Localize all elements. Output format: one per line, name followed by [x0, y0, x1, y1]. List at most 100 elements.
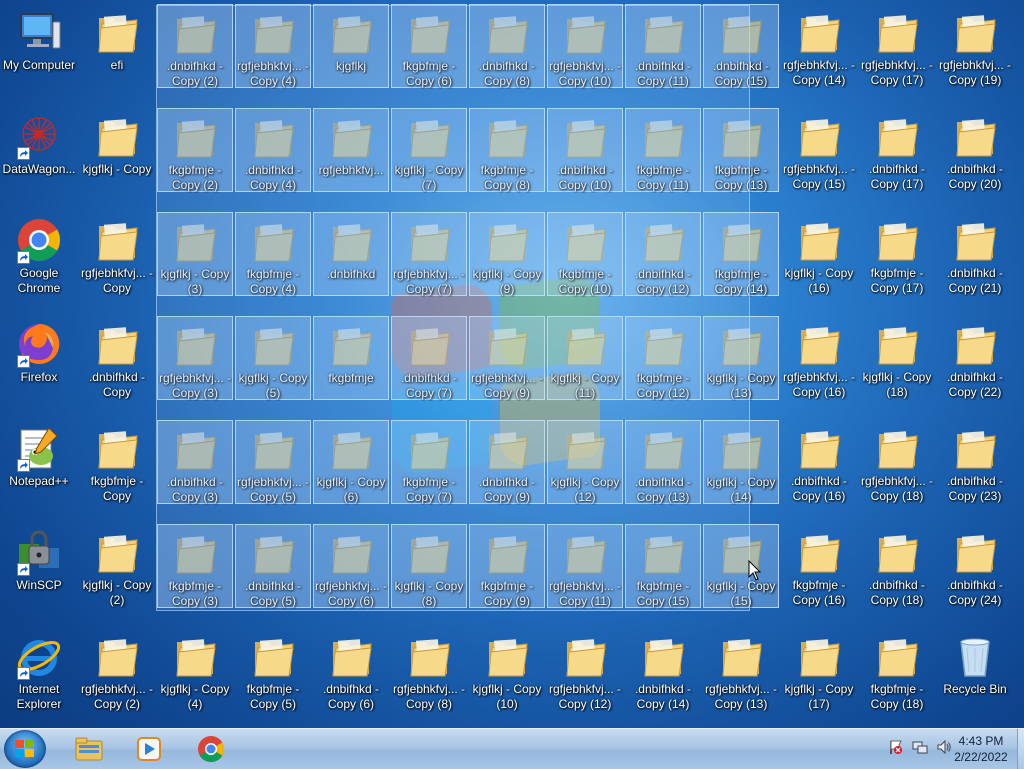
desktop-icon-folder[interactable]: kjgflkj - Copy (7) [391, 108, 467, 192]
desktop-icon-folder[interactable]: kjgflkj - Copy (8) [391, 524, 467, 608]
desktop-icon-folder[interactable]: kjgflkj - Copy (12) [547, 420, 623, 504]
desktop-icon-recycle[interactable]: Recycle Bin [937, 628, 1013, 724]
desktop[interactable]: My Computer efi .dnbifhkd - Copy (2) rgfjeb… [0, 0, 1024, 728]
desktop-icon-folder[interactable]: fkgbfmje - Copy (5) [235, 628, 311, 724]
desktop-icon-folder[interactable]: fkgbfmje - Copy (2) [157, 108, 233, 192]
desktop-icon-folder[interactable]: fkgbfmje - Copy (11) [625, 108, 701, 192]
desktop-icon-folder[interactable]: rgfjebhkfvj... - Copy (17) [859, 4, 935, 100]
desktop-icon-folder[interactable]: kjgflkj - Copy (9) [469, 212, 545, 296]
desktop-icon-folder[interactable]: rgfjebhkfvj... - Copy (14) [781, 4, 857, 100]
desktop-icon-folder[interactable]: fkgbfmje - Copy (4) [235, 212, 311, 296]
desktop-icon-folder[interactable]: fkgbfmje [313, 316, 389, 400]
desktop-icon-folder[interactable]: kjgflkj - Copy (2) [79, 524, 155, 620]
action-center-flag-icon[interactable] [888, 739, 904, 755]
desktop-icon-folder[interactable]: fkgbfmje - Copy (3) [157, 524, 233, 608]
desktop-icon-folder[interactable]: kjgflkj - Copy (10) [469, 628, 545, 724]
desktop-icon-computer[interactable]: My Computer [1, 4, 77, 100]
desktop-icon-folder[interactable]: kjgflkj - Copy (16) [781, 212, 857, 308]
desktop-icon-folder[interactable]: fkgbfmje - Copy [79, 420, 155, 516]
desktop-icon-folder[interactable]: kjgflkj - Copy (18) [859, 316, 935, 412]
desktop-icon-folder[interactable]: rgfjebhkfvj... - Copy (5) [235, 420, 311, 504]
desktop-icon-folder[interactable]: rgfjebhkfvj... - Copy (18) [859, 420, 935, 516]
desktop-icon-folder[interactable]: rgfjebhkfvj... - Copy (4) [235, 4, 311, 88]
desktop-icon-folder[interactable]: fkgbfmje - Copy (7) [391, 420, 467, 504]
desktop-icon-folder[interactable]: rgfjebhkfvj... - Copy (2) [79, 628, 155, 724]
desktop-icon-folder[interactable]: .dnbifhkd - Copy (4) [235, 108, 311, 192]
desktop-icon-folder[interactable]: .dnbifhkd [313, 212, 389, 296]
desktop-icon-folder[interactable]: .dnbifhkd - Copy (9) [469, 420, 545, 504]
desktop-icon-folder[interactable]: .dnbifhkd - Copy [79, 316, 155, 412]
desktop-icon-folder[interactable]: .dnbifhkd - Copy (20) [937, 108, 1013, 204]
desktop-icon-folder[interactable]: rgfjebhkfvj... - Copy (7) [391, 212, 467, 296]
desktop-icon-folder[interactable]: kjgflkj - Copy (3) [157, 212, 233, 296]
taskbar-explorer-button[interactable] [62, 731, 118, 767]
desktop-icon-folder[interactable]: kjgflkj [313, 4, 389, 88]
desktop-icon-chrome[interactable]: Google Chrome [1, 212, 77, 308]
desktop-icon-folder[interactable]: .dnbifhkd - Copy (2) [157, 4, 233, 88]
desktop-icon-folder[interactable]: .dnbifhkd - Copy (13) [625, 420, 701, 504]
desktop-icon-folder[interactable]: kjgflkj - Copy (4) [157, 628, 233, 724]
desktop-icon-folder[interactable]: .dnbifhkd - Copy (21) [937, 212, 1013, 308]
desktop-icon-folder[interactable]: rgfjebhkfvj... - Copy (9) [469, 316, 545, 400]
desktop-icon-folder[interactable]: fkgbfmje - Copy (13) [703, 108, 779, 192]
network-icon[interactable] [912, 739, 928, 755]
desktop-icon-folder[interactable]: rgfjebhkfvj... - Copy (19) [937, 4, 1013, 100]
desktop-icon-folder[interactable]: .dnbifhkd - Copy (6) [313, 628, 389, 724]
show-desktop-button[interactable] [1017, 729, 1024, 769]
desktop-icon-folder[interactable]: rgfjebhkfvj... - Copy (8) [391, 628, 467, 724]
desktop-icon-folder[interactable]: rgfjebhkfvj... - Copy (13) [703, 628, 779, 724]
desktop-icon-folder[interactable]: .dnbifhkd - Copy (12) [625, 212, 701, 296]
desktop-icon-folder[interactable]: .dnbifhkd - Copy (8) [469, 4, 545, 88]
desktop-icon-folder[interactable]: rgfjebhkfvj... - Copy (6) [313, 524, 389, 608]
desktop-icon-folder[interactable]: fkgbfmje - Copy (16) [781, 524, 857, 620]
desktop-icon-folder[interactable]: kjgflkj - Copy (13) [703, 316, 779, 400]
desktop-icon-folder[interactable]: .dnbifhkd - Copy (5) [235, 524, 311, 608]
taskbar-chrome-button[interactable] [184, 731, 240, 767]
desktop-icon-folder[interactable]: kjgflkj - Copy (6) [313, 420, 389, 504]
desktop-icon-folder[interactable]: kjgflkj - Copy (11) [547, 316, 623, 400]
desktop-icon-folder[interactable]: fkgbfmje - Copy (12) [625, 316, 701, 400]
desktop-icon-folder[interactable]: fkgbfmje - Copy (9) [469, 524, 545, 608]
desktop-icon-winscp[interactable]: WinSCP [1, 524, 77, 620]
desktop-icon-folder[interactable]: .dnbifhkd - Copy (16) [781, 420, 857, 516]
desktop-icon-folder[interactable]: .dnbifhkd - Copy (7) [391, 316, 467, 400]
desktop-icon-notepad[interactable]: Notepad++ [1, 420, 77, 516]
desktop-icon-folder[interactable]: .dnbifhkd - Copy (24) [937, 524, 1013, 620]
desktop-icon-folder[interactable]: rgfjebhkfvj... - Copy (16) [781, 316, 857, 412]
desktop-icon-folder[interactable]: .dnbifhkd - Copy (3) [157, 420, 233, 504]
desktop-icon-ie[interactable]: Internet Explorer [1, 628, 77, 724]
desktop-icon-folder[interactable]: fkgbfmje - Copy (10) [547, 212, 623, 296]
desktop-icon-folder[interactable]: rgfjebhkfvj... - Copy (15) [781, 108, 857, 204]
desktop-icon-folder[interactable]: fkgbfmje - Copy (18) [859, 628, 935, 724]
desktop-icon-folder[interactable]: .dnbifhkd - Copy (18) [859, 524, 935, 620]
desktop-icon-folder[interactable]: efi [79, 4, 155, 100]
desktop-icon-folder[interactable]: fkgbfmje - Copy (6) [391, 4, 467, 88]
desktop-icon-folder[interactable]: .dnbifhkd - Copy (14) [625, 628, 701, 724]
desktop-icon-datawagon[interactable]: DataWagon... [1, 108, 77, 204]
desktop-icon-folder[interactable]: fkgbfmje - Copy (17) [859, 212, 935, 308]
desktop-icon-folder[interactable]: rgfjebhkfvj... - Copy (3) [157, 316, 233, 400]
desktop-icon-folder[interactable]: fkgbfmje - Copy (8) [469, 108, 545, 192]
desktop-icon-folder[interactable]: rgfjebhkfvj... - Copy (11) [547, 524, 623, 608]
desktop-icon-firefox[interactable]: Firefox [1, 316, 77, 412]
desktop-icon-folder[interactable]: kjgflkj - Copy (5) [235, 316, 311, 400]
desktop-icon-folder[interactable]: .dnbifhkd - Copy (23) [937, 420, 1013, 516]
clock[interactable]: 4:43 PM 2/22/2022 [946, 733, 1016, 765]
desktop-icon-folder[interactable]: kjgflkj - Copy [79, 108, 155, 204]
taskbar-media-player-button[interactable] [122, 731, 178, 767]
start-button[interactable] [4, 730, 46, 768]
desktop-icon-folder[interactable]: .dnbifhkd - Copy (11) [625, 4, 701, 88]
desktop-icon-folder[interactable]: .dnbifhkd - Copy (17) [859, 108, 935, 204]
desktop-icon-folder[interactable]: .dnbifhkd - Copy (10) [547, 108, 623, 192]
desktop-icon-folder[interactable]: rgfjebhkfvj... - Copy (12) [547, 628, 623, 724]
desktop-icon-folder[interactable]: rgfjebhkfvj... [313, 108, 389, 192]
desktop-icon-folder[interactable]: kjgflkj - Copy (17) [781, 628, 857, 724]
desktop-icon-folder[interactable]: rgfjebhkfvj... - Copy [79, 212, 155, 308]
desktop-icon-folder[interactable]: rgfjebhkfvj... - Copy (10) [547, 4, 623, 88]
desktop-icon-folder[interactable]: fkgbfmje - Copy (15) [625, 524, 701, 608]
desktop-icon-folder[interactable]: kjgflkj - Copy (14) [703, 420, 779, 504]
desktop-icon-folder[interactable]: kjgflkj - Copy (15) [703, 524, 779, 608]
desktop-icon-folder[interactable]: .dnbifhkd - Copy (15) [703, 4, 779, 88]
desktop-icon-folder[interactable]: fkgbfmje - Copy (14) [703, 212, 779, 296]
desktop-icon-folder[interactable]: .dnbifhkd - Copy (22) [937, 316, 1013, 412]
